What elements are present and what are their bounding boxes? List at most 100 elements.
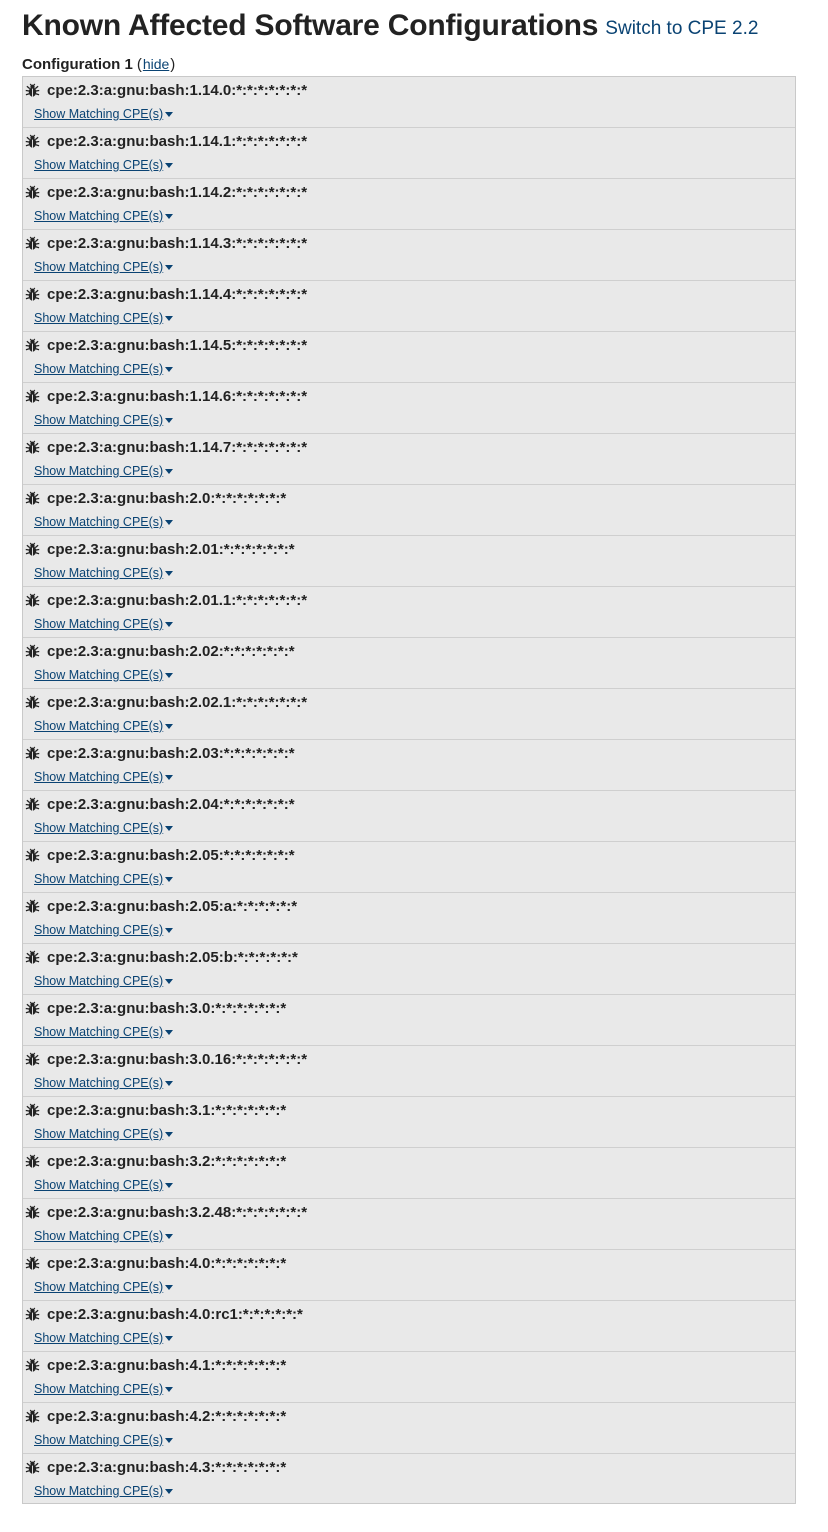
show-matching-cpes-link[interactable]: Show Matching CPE(s) [34, 617, 163, 631]
show-matching-cpes-toggle[interactable]: Show Matching CPE(s) [34, 1227, 174, 1245]
show-matching-cpes-link[interactable]: Show Matching CPE(s) [34, 1127, 163, 1141]
caret-down-icon[interactable] [165, 520, 174, 525]
hide-configuration-link[interactable]: hide [143, 56, 169, 72]
caret-down-icon[interactable] [165, 1030, 174, 1035]
show-matching-cpes-toggle[interactable]: Show Matching CPE(s) [34, 1125, 174, 1143]
caret-down-icon[interactable] [165, 826, 174, 831]
caret-down-icon[interactable] [165, 724, 174, 729]
caret-down-icon[interactable] [165, 673, 174, 678]
caret-down-icon[interactable] [165, 112, 174, 117]
show-matching-cpes-toggle[interactable]: Show Matching CPE(s) [34, 564, 174, 582]
show-matching-cpes-toggle[interactable]: Show Matching CPE(s) [34, 1380, 174, 1398]
caret-down-icon[interactable] [165, 1438, 174, 1443]
show-matching-cpes-toggle[interactable]: Show Matching CPE(s) [34, 411, 174, 429]
show-matching-cpes-link[interactable]: Show Matching CPE(s) [34, 1433, 163, 1447]
show-matching-cpes-link[interactable]: Show Matching CPE(s) [34, 311, 163, 325]
show-matching-cpes-toggle[interactable]: Show Matching CPE(s) [34, 156, 174, 174]
show-matching-cpes-toggle[interactable]: Show Matching CPE(s) [34, 1431, 174, 1449]
show-matching-cpes-toggle[interactable]: Show Matching CPE(s) [34, 309, 174, 327]
show-matching-cpes-link[interactable]: Show Matching CPE(s) [34, 1382, 163, 1396]
caret-down-icon[interactable] [165, 1132, 174, 1137]
show-matching-cpes-toggle[interactable]: Show Matching CPE(s) [34, 972, 174, 990]
cpe-line: cpe:2.3:a:gnu:bash:1.14.6:*:*:*:*:*:*:* [25, 386, 307, 406]
show-matching-cpes-link[interactable]: Show Matching CPE(s) [34, 923, 163, 937]
cpe-line: cpe:2.3:a:gnu:bash:1.14.4:*:*:*:*:*:*:* [25, 284, 307, 304]
show-matching-cpes-toggle[interactable]: Show Matching CPE(s) [34, 513, 174, 531]
show-matching-cpes-toggle[interactable]: Show Matching CPE(s) [34, 870, 174, 888]
caret-down-icon[interactable] [165, 1489, 174, 1494]
cpe-string: cpe:2.3:a:gnu:bash:4.3:*:*:*:*:*:*:* [47, 1458, 287, 1476]
show-matching-cpes-link[interactable]: Show Matching CPE(s) [34, 821, 163, 835]
cpe-row: cpe:2.3:a:gnu:bash:3.2.48:*:*:*:*:*:*:* … [23, 1199, 795, 1250]
show-matching-cpes-toggle[interactable]: Show Matching CPE(s) [34, 615, 174, 633]
caret-down-icon[interactable] [165, 877, 174, 882]
caret-down-icon[interactable] [165, 928, 174, 933]
caret-down-icon[interactable] [165, 316, 174, 321]
show-matching-cpes-toggle[interactable]: Show Matching CPE(s) [34, 258, 174, 276]
caret-down-icon[interactable] [165, 469, 174, 474]
caret-down-icon[interactable] [165, 163, 174, 168]
caret-down-icon[interactable] [165, 1081, 174, 1086]
cpe-line: cpe:2.3:a:gnu:bash:2.05:*:*:*:*:*:*:* [25, 845, 295, 865]
show-matching-cpes-link[interactable]: Show Matching CPE(s) [34, 515, 163, 529]
show-matching-cpes-toggle[interactable]: Show Matching CPE(s) [34, 819, 174, 837]
show-matching-cpes-link[interactable]: Show Matching CPE(s) [34, 974, 163, 988]
show-matching-cpes-link[interactable]: Show Matching CPE(s) [34, 872, 163, 886]
show-matching-cpes-toggle[interactable]: Show Matching CPE(s) [34, 207, 174, 225]
cpe-row: cpe:2.3:a:gnu:bash:1.14.6:*:*:*:*:*:*:* … [23, 383, 795, 434]
show-matching-cpes-link[interactable]: Show Matching CPE(s) [34, 1025, 163, 1039]
show-matching-cpes-link[interactable]: Show Matching CPE(s) [34, 464, 163, 478]
show-matching-cpes-toggle[interactable]: Show Matching CPE(s) [34, 1074, 174, 1092]
caret-down-icon[interactable] [165, 979, 174, 984]
show-matching-cpes-link[interactable]: Show Matching CPE(s) [34, 1178, 163, 1192]
caret-down-icon[interactable] [165, 571, 174, 576]
show-matching-cpes-toggle[interactable]: Show Matching CPE(s) [34, 1329, 174, 1347]
caret-down-icon[interactable] [165, 214, 174, 219]
cpe-line: cpe:2.3:a:gnu:bash:2.01:*:*:*:*:*:*:* [25, 539, 295, 559]
caret-down-icon[interactable] [165, 1285, 174, 1290]
cpe-row: cpe:2.3:a:gnu:bash:2.03:*:*:*:*:*:*:* Sh… [23, 740, 795, 791]
show-matching-cpes-link[interactable]: Show Matching CPE(s) [34, 719, 163, 733]
show-matching-cpes-toggle[interactable]: Show Matching CPE(s) [34, 1482, 174, 1500]
show-matching-cpes-link[interactable]: Show Matching CPE(s) [34, 1280, 163, 1294]
show-matching-cpes-toggle[interactable]: Show Matching CPE(s) [34, 1023, 174, 1041]
bug-icon [25, 1205, 40, 1219]
show-matching-cpes-link[interactable]: Show Matching CPE(s) [34, 1331, 163, 1345]
cpe-row: cpe:2.3:a:gnu:bash:2.02:*:*:*:*:*:*:* Sh… [23, 638, 795, 689]
switch-cpe-version-link[interactable]: Switch to CPE 2.2 [605, 18, 758, 40]
cpe-row: cpe:2.3:a:gnu:bash:3.2:*:*:*:*:*:*:* Sho… [23, 1148, 795, 1199]
caret-down-icon[interactable] [165, 418, 174, 423]
show-matching-cpes-link[interactable]: Show Matching CPE(s) [34, 770, 163, 784]
caret-down-icon[interactable] [165, 265, 174, 270]
show-matching-cpes-link[interactable]: Show Matching CPE(s) [34, 107, 163, 121]
cpe-row: cpe:2.3:a:gnu:bash:4.0:rc1:*:*:*:*:*:* S… [23, 1301, 795, 1352]
show-matching-cpes-toggle[interactable]: Show Matching CPE(s) [34, 360, 174, 378]
cpe-line: cpe:2.3:a:gnu:bash:4.1:*:*:*:*:*:*:* [25, 1355, 286, 1375]
show-matching-cpes-link[interactable]: Show Matching CPE(s) [34, 668, 163, 682]
show-matching-cpes-toggle[interactable]: Show Matching CPE(s) [34, 1278, 174, 1296]
caret-down-icon[interactable] [165, 622, 174, 627]
cpe-string: cpe:2.3:a:gnu:bash:4.0:rc1:*:*:*:*:*:* [47, 1305, 303, 1323]
show-matching-cpes-link[interactable]: Show Matching CPE(s) [34, 413, 163, 427]
caret-down-icon[interactable] [165, 1183, 174, 1188]
show-matching-cpes-link[interactable]: Show Matching CPE(s) [34, 158, 163, 172]
caret-down-icon[interactable] [165, 1234, 174, 1239]
show-matching-cpes-link[interactable]: Show Matching CPE(s) [34, 1076, 163, 1090]
show-matching-cpes-link[interactable]: Show Matching CPE(s) [34, 1229, 163, 1243]
caret-down-icon[interactable] [165, 367, 174, 372]
show-matching-cpes-link[interactable]: Show Matching CPE(s) [34, 566, 163, 580]
caret-down-icon[interactable] [165, 775, 174, 780]
show-matching-cpes-toggle[interactable]: Show Matching CPE(s) [34, 462, 174, 480]
show-matching-cpes-toggle[interactable]: Show Matching CPE(s) [34, 1176, 174, 1194]
show-matching-cpes-toggle[interactable]: Show Matching CPE(s) [34, 105, 174, 123]
caret-down-icon[interactable] [165, 1387, 174, 1392]
show-matching-cpes-link[interactable]: Show Matching CPE(s) [34, 1484, 163, 1498]
show-matching-cpes-toggle[interactable]: Show Matching CPE(s) [34, 768, 174, 786]
caret-down-icon[interactable] [165, 1336, 174, 1341]
show-matching-cpes-link[interactable]: Show Matching CPE(s) [34, 260, 163, 274]
show-matching-cpes-toggle[interactable]: Show Matching CPE(s) [34, 717, 174, 735]
show-matching-cpes-toggle[interactable]: Show Matching CPE(s) [34, 666, 174, 684]
show-matching-cpes-link[interactable]: Show Matching CPE(s) [34, 209, 163, 223]
show-matching-cpes-link[interactable]: Show Matching CPE(s) [34, 362, 163, 376]
show-matching-cpes-toggle[interactable]: Show Matching CPE(s) [34, 921, 174, 939]
